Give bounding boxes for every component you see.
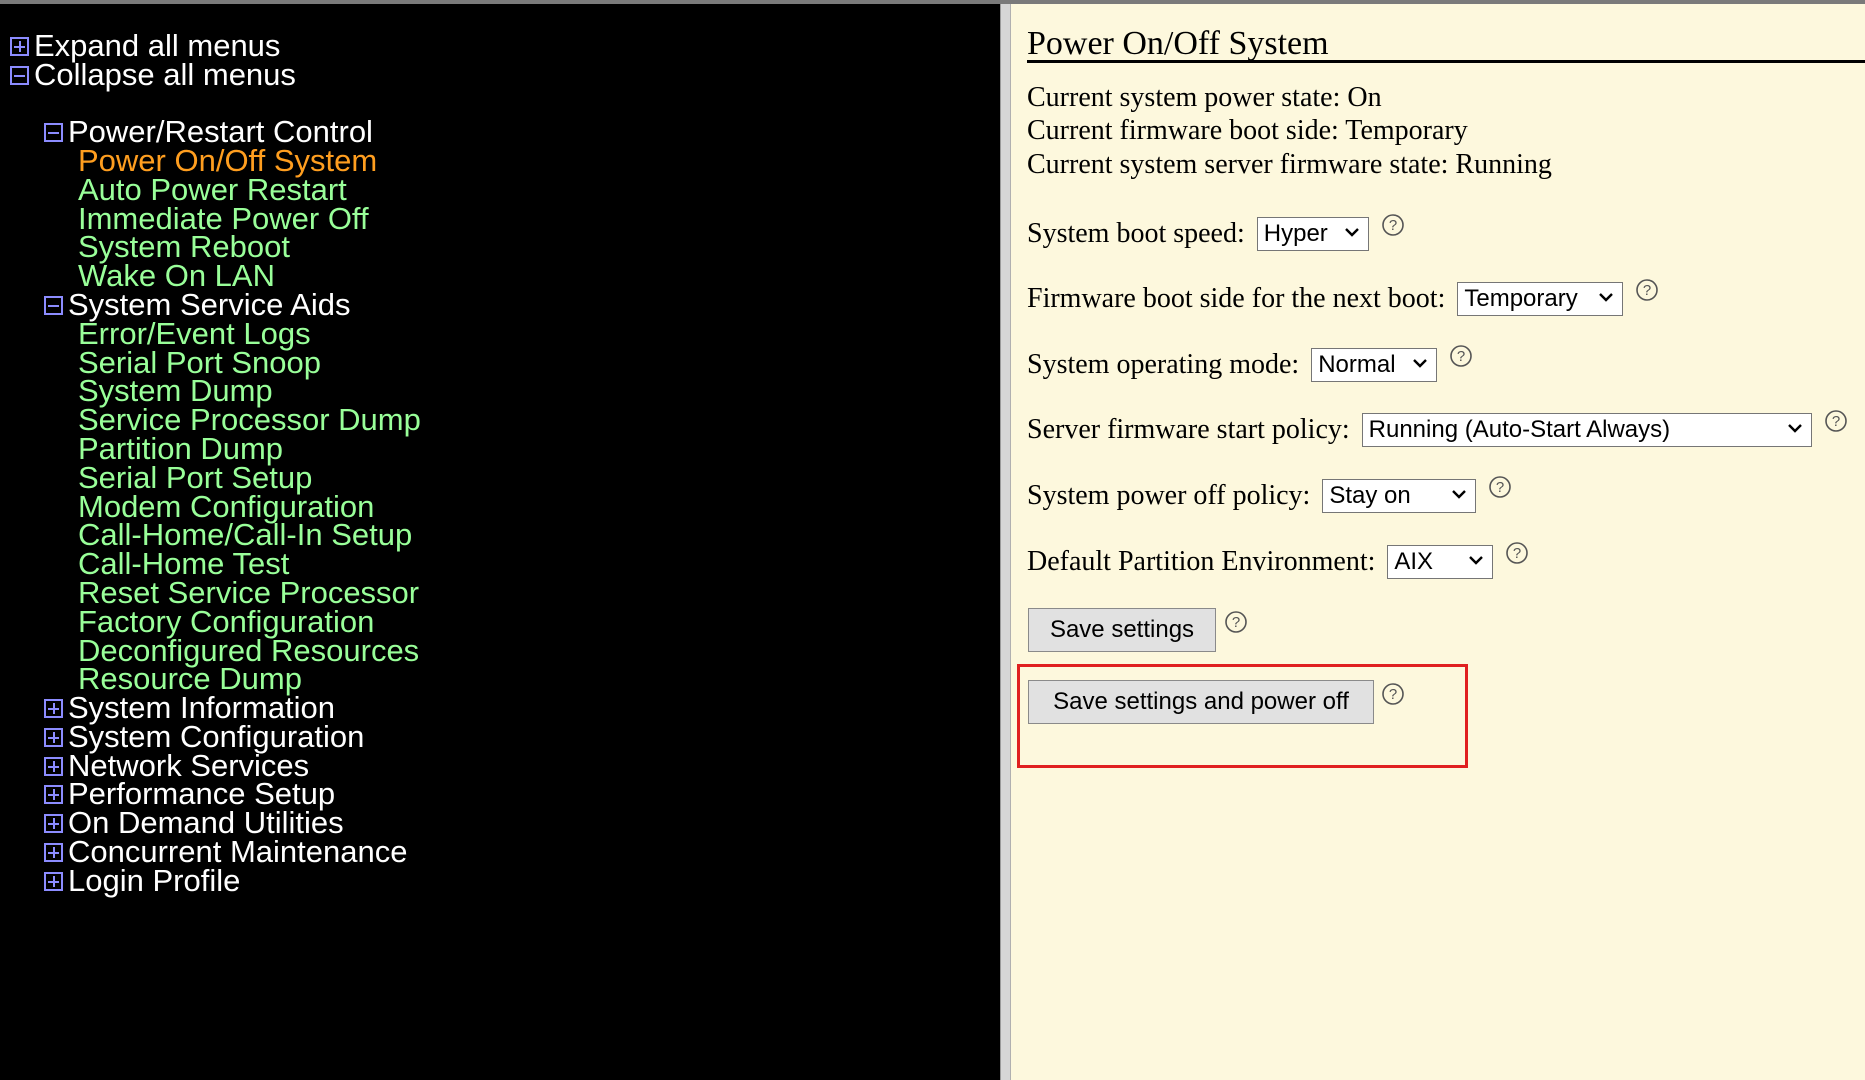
field-label: Firmware boot side for the next boot: xyxy=(1027,283,1446,314)
field-label: System power off policy: xyxy=(1027,480,1311,511)
status-server-firmware-state: Current system server firmware state: Ru… xyxy=(1027,149,1552,180)
field-system-operating-mode: System operating mode: Normal ? xyxy=(1027,344,1473,384)
chevron-down-icon xyxy=(1599,293,1614,302)
field-label: System operating mode: xyxy=(1027,349,1300,380)
status-power-state: Current system power state: On xyxy=(1027,82,1382,113)
field-system-boot-speed: System boot speed: Hyper ? xyxy=(1027,213,1405,253)
chevron-down-icon xyxy=(1413,359,1428,368)
chevron-down-icon xyxy=(1344,228,1359,237)
plus-box-icon xyxy=(44,699,63,718)
help-icon[interactable]: ? xyxy=(1449,344,1473,368)
plus-box-icon xyxy=(44,843,63,862)
operating-mode-select[interactable]: Normal xyxy=(1311,348,1438,382)
svg-text:?: ? xyxy=(1232,614,1240,631)
svg-text:?: ? xyxy=(1643,282,1651,299)
frame-divider[interactable] xyxy=(1000,4,1011,1080)
plus-box-icon xyxy=(44,728,63,747)
status-firmware-boot-side: Current firmware boot side: Temporary xyxy=(1027,115,1468,146)
field-firmware-boot-side: Firmware boot side for the next boot: Te… xyxy=(1027,278,1659,318)
collapse-all-menus[interactable]: Collapse all menus xyxy=(10,58,296,92)
content-pane: Power On/Off System Current system power… xyxy=(1011,4,1865,1080)
minus-box-icon xyxy=(10,66,29,85)
plus-box-icon xyxy=(44,872,63,891)
chevron-down-icon xyxy=(1787,424,1802,433)
title-underline xyxy=(1027,60,1865,63)
field-system-power-off-policy: System power off policy: Stay on ? xyxy=(1027,475,1512,515)
plus-box-icon xyxy=(10,37,29,56)
field-label: System boot speed: xyxy=(1027,218,1245,249)
save-settings-button[interactable]: Save settings xyxy=(1028,608,1216,652)
plus-box-icon xyxy=(44,757,63,776)
svg-text:?: ? xyxy=(1457,348,1465,365)
svg-text:?: ? xyxy=(1513,545,1521,562)
help-icon[interactable]: ? xyxy=(1824,409,1848,433)
svg-text:?: ? xyxy=(1496,479,1504,496)
help-icon[interactable]: ? xyxy=(1635,278,1659,302)
firmware-start-policy-select[interactable]: Running (Auto-Start Always) xyxy=(1361,413,1812,447)
plus-box-icon xyxy=(44,814,63,833)
field-label: Default Partition Environment: xyxy=(1027,546,1376,577)
highlight-annotation-box xyxy=(1017,664,1468,768)
chevron-down-icon xyxy=(1469,556,1484,565)
chevron-down-icon xyxy=(1452,490,1467,499)
navigation-pane: Expand all menus Collapse all menus Powe… xyxy=(0,4,1000,1080)
partition-environment-select[interactable]: AIX xyxy=(1387,545,1494,579)
firmware-boot-side-select[interactable]: Temporary xyxy=(1457,282,1624,316)
svg-text:?: ? xyxy=(1831,413,1839,430)
power-off-policy-select[interactable]: Stay on xyxy=(1322,479,1477,513)
page-title: Power On/Off System xyxy=(1027,25,1329,62)
minus-box-icon xyxy=(44,296,63,315)
field-label: Server firmware start policy: xyxy=(1027,414,1350,445)
minus-box-icon xyxy=(44,123,63,142)
field-server-firmware-start-policy: Server firmware start policy: Running (A… xyxy=(1027,409,1848,449)
help-icon[interactable]: ? xyxy=(1224,610,1248,634)
boot-speed-select[interactable]: Hyper xyxy=(1256,217,1369,251)
plus-box-icon xyxy=(44,785,63,804)
field-default-partition-environment: Default Partition Environment: AIX ? xyxy=(1027,541,1529,581)
help-icon[interactable]: ? xyxy=(1488,475,1512,499)
svg-text:?: ? xyxy=(1389,217,1397,234)
menu-group-login-profile[interactable]: Login Profile xyxy=(44,864,240,898)
help-icon[interactable]: ? xyxy=(1381,213,1405,237)
help-icon[interactable]: ? xyxy=(1505,541,1529,565)
